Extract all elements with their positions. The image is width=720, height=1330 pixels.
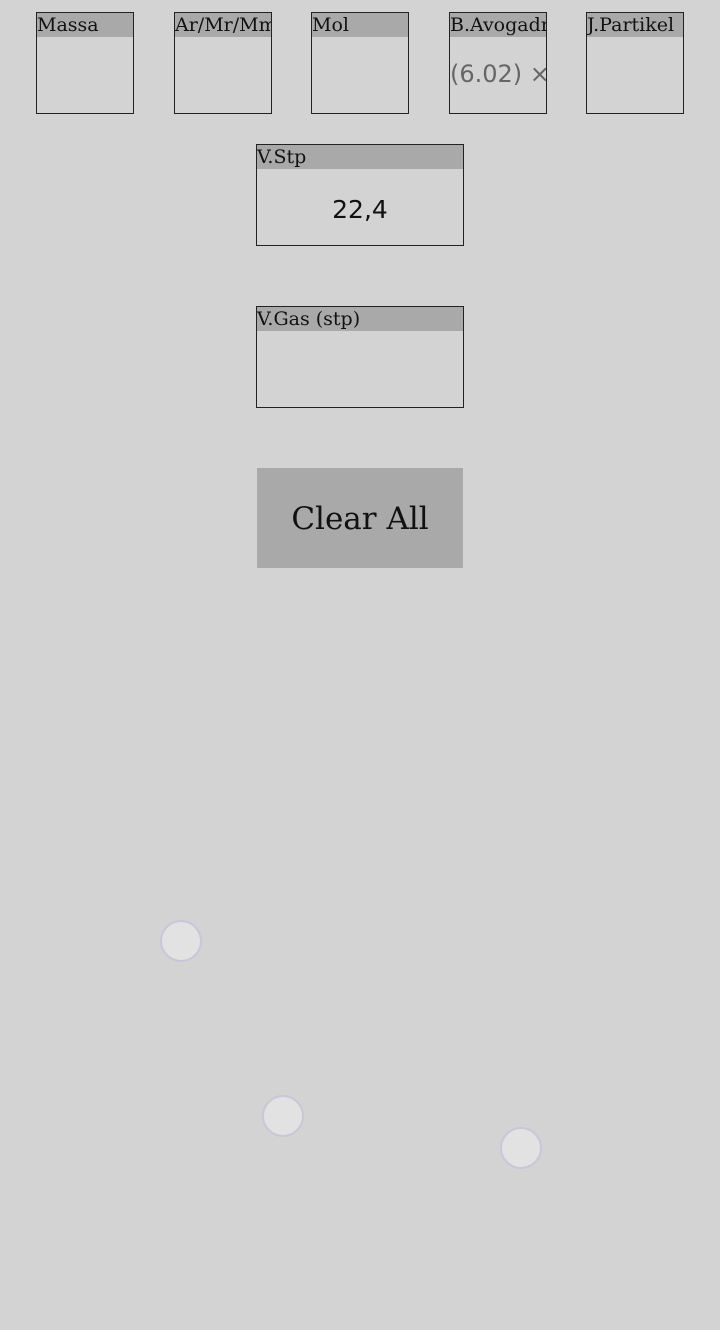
v-gas-field[interactable]: V.Gas (stp) — [256, 306, 464, 408]
massa-field[interactable]: Massa — [36, 12, 134, 114]
clear-all-button[interactable]: Clear All — [257, 468, 463, 568]
ar-mr-mm-label: Ar/Mr/Mm — [175, 13, 271, 37]
v-stp-input-value[interactable]: 22,4 — [257, 195, 463, 225]
v-stp-label: V.Stp — [257, 145, 463, 169]
ar-mr-mm-field[interactable]: Ar/Mr/Mm — [174, 12, 272, 114]
partikel-field[interactable]: J.Partikel — [586, 12, 684, 114]
avogadro-field[interactable]: B.Avogadro (6.02) × — [449, 12, 547, 114]
v-stp-field[interactable]: V.Stp 22,4 — [256, 144, 464, 246]
touch-indicator — [500, 1127, 542, 1169]
touch-indicator — [262, 1095, 304, 1137]
massa-label: Massa — [37, 13, 133, 37]
avogadro-input-value[interactable]: (6.02) × — [450, 59, 546, 89]
mol-label: Mol — [312, 13, 408, 37]
partikel-label: J.Partikel — [587, 13, 683, 37]
v-gas-label: V.Gas (stp) — [257, 307, 463, 331]
mol-field[interactable]: Mol — [311, 12, 409, 114]
avogadro-label: B.Avogadro — [450, 13, 546, 37]
touch-indicator — [160, 920, 202, 962]
